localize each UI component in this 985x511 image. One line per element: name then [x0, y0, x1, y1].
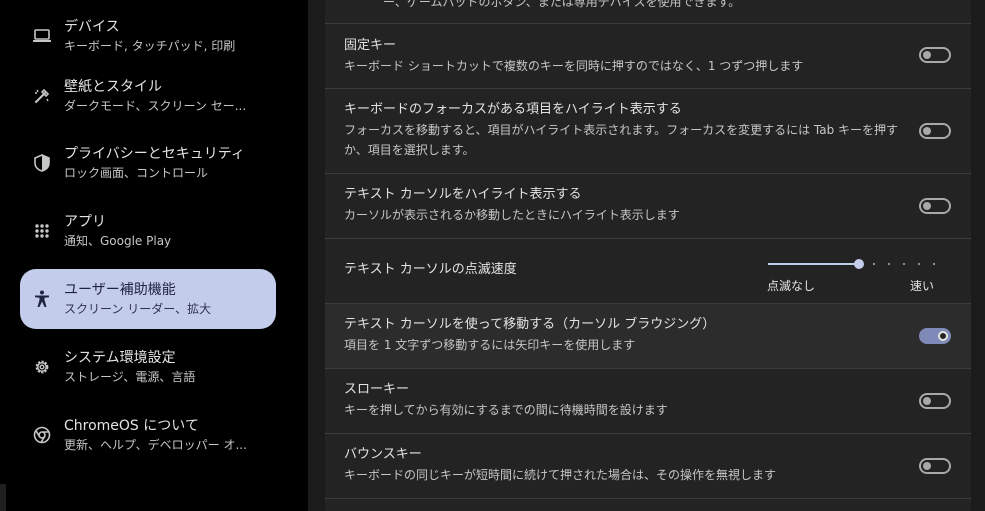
sidebar-item-title: デバイス: [64, 19, 120, 35]
settings-row-sticky-keys[interactable]: 固定キー キーボード ショートカットで複数のキーを同時に押すのではなく、1 つず…: [325, 24, 971, 89]
row-title: スローキー: [344, 382, 410, 397]
row-description: ー、ゲームパッドのボタン、または専用デバイスを使用できます。: [383, 0, 741, 9]
laptop-icon: [32, 26, 52, 46]
sidebar-item-title: ChromeOS について: [64, 418, 199, 434]
sidebar-item-subtitle: キーボード, タッチパッド, 印刷: [64, 39, 236, 53]
sidebar-item-subtitle: スクリーン リーダー、拡大: [64, 302, 212, 316]
settings-row-slow-keys[interactable]: スローキー キーを押してから有効にするまでの間に待機時間を設けます: [325, 369, 971, 434]
slider-track-filled: [768, 263, 858, 265]
slider-thumb[interactable]: [854, 259, 864, 269]
sidebar-item-subtitle: 更新、ヘルプ、デベロッパー オ...: [64, 438, 247, 452]
shield-icon: [32, 153, 52, 173]
settings-row-partial: ー、ゲームパッドのボタン、または専用デバイスを使用できます。: [325, 0, 971, 24]
row-description: カーソルが表示されるか移動したときにハイライト表示します: [344, 208, 680, 222]
row-description: キーを押してから有効にするまでの間に待機時間を設けます: [344, 403, 668, 417]
row-title: キーボードのフォーカスがある項目をハイライト表示する: [344, 102, 682, 117]
sidebar-item-title: アプリ: [64, 214, 106, 230]
row-description: キーボード ショートカットで複数のキーを同時に押すのではなく、1 つずつ押します: [344, 59, 804, 73]
row-title: テキスト カーソルを使って移動する（カーソル ブラウジング）: [344, 317, 716, 332]
slider-min-label: 点滅なし: [767, 279, 816, 293]
settings-row-caret-blink-rate[interactable]: テキスト カーソルの点滅速度: [325, 239, 971, 304]
sidebar-item-title: プライバシーとセキュリティ: [64, 146, 245, 162]
row-title: 固定キー: [344, 38, 397, 53]
sidebar-item-privacy[interactable]: プライバシーとセキュリティ ロック画面、コントロール: [20, 133, 276, 193]
scrollbar-gutter: [971, 0, 985, 511]
sidebar-item-title: システム環境設定: [64, 350, 176, 366]
slider-max-label: 速い: [910, 279, 935, 293]
row-description: フォーカスを移動すると、項目がハイライト表示されます。フォーカスを変更するには …: [344, 123, 899, 157]
sidebar-item-title: 壁紙とスタイル: [64, 79, 162, 95]
sidebar-edge: [0, 484, 6, 511]
content-gutter: [308, 0, 325, 511]
slow-keys-toggle[interactable]: [919, 393, 951, 409]
settings-row-caret-highlight[interactable]: テキスト カーソルをハイライト表示する カーソルが表示されるか移動したときにハイ…: [325, 174, 971, 239]
settings-panel[interactable]: ー、ゲームパッドのボタン、または専用デバイスを使用できます。 固定キー キーボー…: [325, 0, 971, 511]
caret-highlight-toggle[interactable]: [919, 198, 951, 214]
sidebar-item-about-chromeos[interactable]: ChromeOS について 更新、ヘルプ、デベロッパー オ...: [20, 405, 276, 465]
sidebar-item-subtitle: 通知、Google Play: [64, 234, 172, 248]
settings-row-keyboard-focus-highlight[interactable]: キーボードのフォーカスがある項目をハイライト表示する フォーカスを移動すると、項…: [325, 89, 971, 174]
row-title: テキスト カーソルをハイライト表示する: [344, 187, 582, 202]
sidebar-item-subtitle: ロック画面、コントロール: [64, 166, 209, 180]
sticky-keys-toggle[interactable]: [919, 47, 951, 63]
sidebar-item-accessibility[interactable]: ユーザー補助機能 スクリーン リーダー、拡大: [20, 269, 276, 329]
chrome-icon: [32, 425, 52, 445]
sidebar-item-apps[interactable]: アプリ 通知、Google Play: [20, 201, 276, 261]
gear-icon: [32, 357, 52, 377]
slider-track-rest: [858, 263, 936, 265]
row-description: 項目を 1 文字ずつ移動するには矢印キーを使用します: [344, 338, 636, 352]
settings-row-cursor-browsing[interactable]: テキスト カーソルを使って移動する（カーソル ブラウジング） 項目を 1 文字ず…: [325, 304, 971, 369]
sidebar-item-subtitle: ストレージ、電源、言語: [64, 370, 196, 384]
accessibility-icon: [32, 289, 52, 309]
apps-grid-icon: [32, 221, 52, 241]
sidebar-item-subtitle: ダークモード、スクリーン セー...: [64, 99, 247, 113]
settings-row-bounce-keys[interactable]: バウンスキー キーボードの同じキーが短時間に続けて押された場合は、その操作を無視…: [325, 434, 971, 499]
sidebar-item-devices[interactable]: デバイス キーボード, タッチパッド, 印刷: [20, 6, 276, 66]
keyboard-focus-highlight-toggle[interactable]: [919, 123, 951, 139]
sidebar-item-system-preferences[interactable]: システム環境設定 ストレージ、電源、言語: [20, 337, 276, 397]
sidebar-item-wallpaper[interactable]: 壁紙とスタイル ダークモード、スクリーン セー...: [20, 66, 276, 126]
paintbrush-icon: [32, 86, 52, 106]
row-description: キーボードの同じキーが短時間に続けて押された場合は、その操作を無視します: [344, 468, 777, 482]
bounce-keys-toggle[interactable]: [919, 458, 951, 474]
sidebar-item-title: ユーザー補助機能: [64, 282, 176, 298]
cursor-browsing-toggle[interactable]: [919, 328, 951, 344]
row-title: バウンスキー: [344, 447, 422, 462]
caret-blink-rate-slider[interactable]: [768, 258, 936, 270]
sidebar: デバイス キーボード, タッチパッド, 印刷 壁紙とスタイル ダークモード、スク…: [0, 0, 308, 511]
